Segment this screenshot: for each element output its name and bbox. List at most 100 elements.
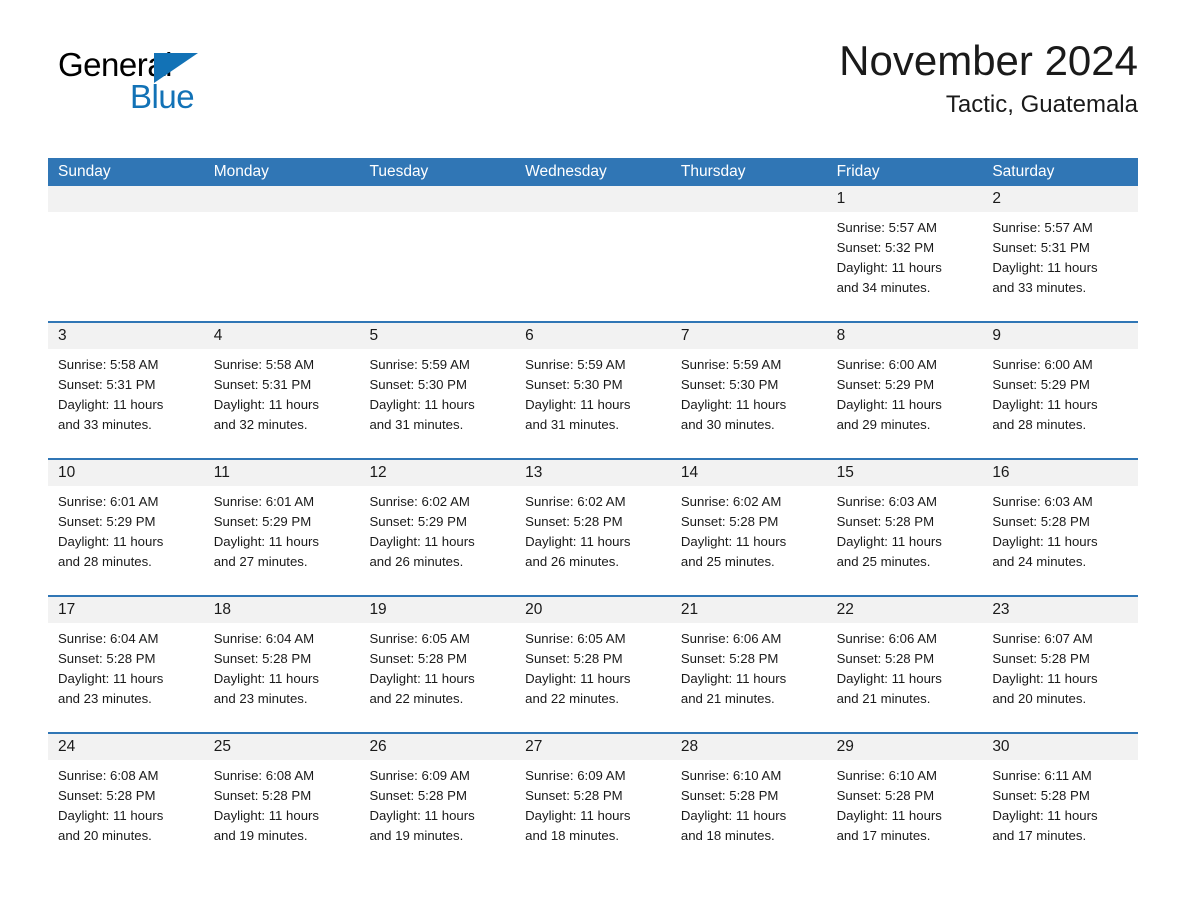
daylight-text-line1: Daylight: 11 hours [680,671,787,686]
day-cell[interactable]: Sunrise: 6:04 AM Sunset: 5:28 PM Dayligh… [48,623,204,732]
day-cell[interactable]: Sunrise: 5:58 AM Sunset: 5:31 PM Dayligh… [204,349,360,458]
sunrise-text: Sunrise: 5:58 AM [213,357,315,372]
day-cell[interactable] [515,212,671,321]
day-cell[interactable]: Sunrise: 6:04 AM Sunset: 5:28 PM Dayligh… [204,623,360,732]
day-cell[interactable]: Sunrise: 5:58 AM Sunset: 5:31 PM Dayligh… [48,349,204,458]
sunrise-text: Sunrise: 6:10 AM [680,768,782,783]
day-cell[interactable]: Sunrise: 5:57 AM Sunset: 5:31 PM Dayligh… [982,212,1138,321]
daylight-text-line1: Daylight: 11 hours [58,671,164,686]
daylight-text-line1: Daylight: 11 hours [680,397,787,412]
sunrise-text: Sunrise: 5:59 AM [680,357,782,372]
sunset-text: Sunset: 5:28 PM [525,788,623,803]
day-cell[interactable]: Sunrise: 6:08 AM Sunset: 5:28 PM Dayligh… [204,760,360,869]
day-cell[interactable]: Sunrise: 6:00 AM Sunset: 5:29 PM Dayligh… [982,349,1138,458]
week-date-number-band: 3 4 5 6 7 8 9 [48,323,1138,349]
sunrise-text: Sunrise: 5:59 AM [369,357,470,372]
week-detail-band: Sunrise: 5:57 AM Sunset: 5:32 PM Dayligh… [48,212,1138,321]
sunrise-text: Sunrise: 6:00 AM [836,357,938,372]
day-cell[interactable]: Sunrise: 6:06 AM Sunset: 5:28 PM Dayligh… [827,623,983,732]
day-number: 6 [525,327,534,344]
day-number: 4 [213,327,223,344]
day-cell[interactable]: Sunrise: 6:10 AM Sunset: 5:28 PM Dayligh… [827,760,983,869]
daylight-text-line2: and 28 minutes. [992,417,1087,432]
day-cell[interactable]: Sunrise: 6:09 AM Sunset: 5:28 PM Dayligh… [359,760,515,869]
calendar-week-row: 10 11 12 13 14 15 16 Sunrise: 6:01 AM Su… [48,458,1138,595]
day-number: 25 [213,738,231,755]
day-number [204,186,360,212]
sunset-text: Sunset: 5:28 PM [992,514,1090,529]
sunrise-text: Sunrise: 6:01 AM [213,494,315,509]
daylight-text-line1: Daylight: 11 hours [836,260,942,275]
sunset-text: Sunset: 5:28 PM [836,514,935,529]
daylight-text-line2: and 26 minutes. [525,554,619,569]
day-cell[interactable]: Sunrise: 6:05 AM Sunset: 5:28 PM Dayligh… [359,623,515,732]
week-detail-band: Sunrise: 6:08 AM Sunset: 5:28 PM Dayligh… [48,760,1138,869]
calendar-week-row: 1 2 Sunrise: 5:57 AM Sunset: 5:32 PM Day… [48,186,1138,321]
calendar-week-row: 17 18 19 20 21 22 23 Sunrise: 6:04 AM Su… [48,595,1138,732]
sunrise-text: Sunrise: 6:04 AM [58,631,159,646]
daylight-text-line2: and 20 minutes. [58,828,152,843]
day-cell[interactable]: Sunrise: 6:02 AM Sunset: 5:29 PM Dayligh… [359,486,515,595]
daylight-text-line2: and 32 minutes. [213,417,308,432]
day-number: 21 [680,601,699,618]
day-cell[interactable]: Sunrise: 6:01 AM Sunset: 5:29 PM Dayligh… [48,486,204,595]
sunrise-text: Sunrise: 6:00 AM [992,357,1093,372]
sunrise-text: Sunrise: 6:03 AM [836,494,938,509]
day-cell[interactable]: Sunrise: 6:06 AM Sunset: 5:28 PM Dayligh… [671,623,827,732]
day-number: 28 [680,738,699,755]
daylight-text-line2: and 19 minutes. [369,828,464,843]
day-number [515,186,671,212]
day-cell[interactable]: Sunrise: 6:03 AM Sunset: 5:28 PM Dayligh… [827,486,983,595]
daylight-text-line1: Daylight: 11 hours [992,260,1098,275]
weekday-header-thursday: Thursday [680,163,746,180]
day-cell[interactable]: Sunrise: 6:10 AM Sunset: 5:28 PM Dayligh… [671,760,827,869]
day-cell[interactable] [48,212,204,321]
day-cell[interactable]: Sunrise: 6:11 AM Sunset: 5:28 PM Dayligh… [982,760,1138,869]
day-cell[interactable]: Sunrise: 6:03 AM Sunset: 5:28 PM Dayligh… [982,486,1138,595]
day-cell[interactable]: Sunrise: 5:59 AM Sunset: 5:30 PM Dayligh… [515,349,671,458]
day-number: 8 [836,327,846,344]
day-cell[interactable] [204,212,360,321]
daylight-text-line2: and 19 minutes. [213,828,308,843]
day-cell[interactable]: Sunrise: 5:59 AM Sunset: 5:30 PM Dayligh… [671,349,827,458]
sunset-text: Sunset: 5:30 PM [680,377,779,392]
week-date-number-band: 17 18 19 20 21 22 23 [48,597,1138,623]
daylight-text-line1: Daylight: 11 hours [992,808,1098,823]
day-cell[interactable]: Sunrise: 6:08 AM Sunset: 5:28 PM Dayligh… [48,760,204,869]
day-number: 7 [680,327,690,344]
week-detail-band: Sunrise: 6:01 AM Sunset: 5:29 PM Dayligh… [48,486,1138,595]
day-cell[interactable] [359,212,515,321]
day-cell[interactable]: Sunrise: 6:09 AM Sunset: 5:28 PM Dayligh… [515,760,671,869]
sunset-text: Sunset: 5:28 PM [525,514,623,529]
day-cell[interactable]: Sunrise: 6:07 AM Sunset: 5:28 PM Dayligh… [982,623,1138,732]
day-cell[interactable]: Sunrise: 6:00 AM Sunset: 5:29 PM Dayligh… [827,349,983,458]
day-number: 19 [369,601,387,618]
day-cell[interactable]: Sunrise: 5:59 AM Sunset: 5:30 PM Dayligh… [359,349,515,458]
sunset-text: Sunset: 5:28 PM [525,651,623,666]
sunrise-text: Sunrise: 6:06 AM [680,631,782,646]
day-cell[interactable]: Sunrise: 6:02 AM Sunset: 5:28 PM Dayligh… [671,486,827,595]
daylight-text-line2: and 30 minutes. [680,417,775,432]
day-cell[interactable] [671,212,827,321]
daylight-text-line1: Daylight: 11 hours [369,671,475,686]
daylight-text-line2: and 29 minutes. [836,417,931,432]
daylight-text-line1: Daylight: 11 hours [369,534,475,549]
daylight-text-line1: Daylight: 11 hours [836,534,942,549]
day-cell[interactable]: Sunrise: 6:01 AM Sunset: 5:29 PM Dayligh… [204,486,360,595]
day-number: 18 [213,601,231,618]
day-number: 17 [58,601,76,618]
page-header: General Blue November 2024 Tactic, Guate… [48,0,1140,119]
sunrise-text: Sunrise: 6:11 AM [992,768,1092,783]
daylight-text-line1: Daylight: 11 hours [680,534,787,549]
day-cell[interactable]: Sunrise: 5:57 AM Sunset: 5:32 PM Dayligh… [827,212,983,321]
day-cell[interactable]: Sunrise: 6:05 AM Sunset: 5:28 PM Dayligh… [515,623,671,732]
daylight-text-line2: and 17 minutes. [836,828,931,843]
sunset-text: Sunset: 5:29 PM [213,514,312,529]
daylight-text-line1: Daylight: 11 hours [992,671,1098,686]
sunset-text: Sunset: 5:28 PM [213,651,312,666]
sunset-text: Sunset: 5:31 PM [992,240,1090,255]
sunset-text: Sunset: 5:28 PM [992,651,1090,666]
weekday-header-monday: Monday [213,163,269,180]
sunset-text: Sunset: 5:28 PM [369,788,467,803]
day-cell[interactable]: Sunrise: 6:02 AM Sunset: 5:28 PM Dayligh… [515,486,671,595]
